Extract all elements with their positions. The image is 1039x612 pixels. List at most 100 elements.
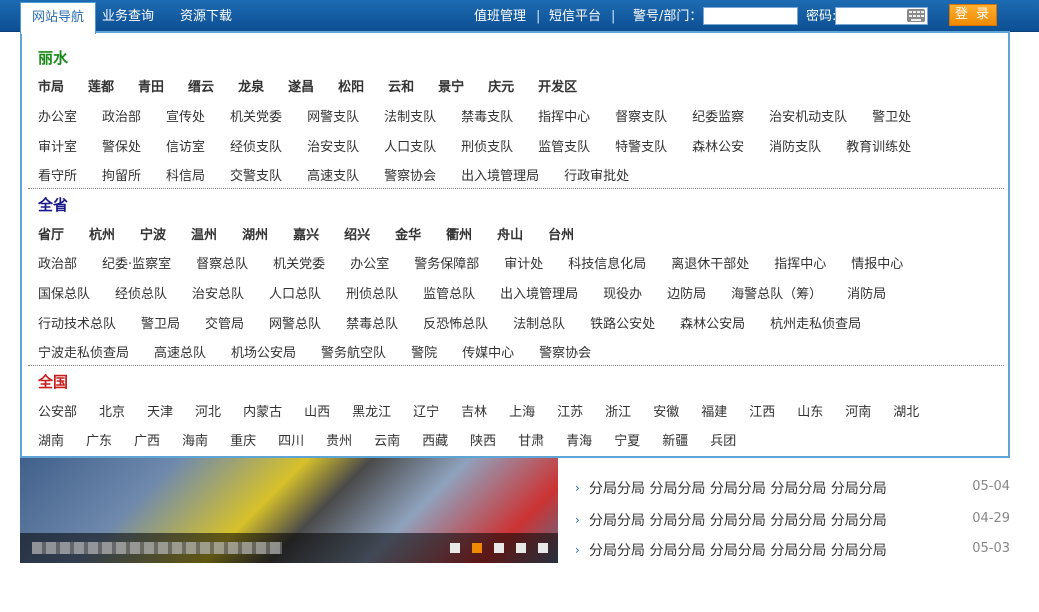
nav-link[interactable]: 公安部 — [38, 401, 77, 420]
nav-link[interactable]: 湖州 — [242, 224, 268, 243]
nav-link[interactable]: 现役办 — [603, 283, 642, 302]
nav-link[interactable]: 情报中心 — [851, 253, 903, 272]
nav-link[interactable]: 省厅 — [38, 224, 64, 243]
nav-link[interactable]: 机关党委 — [273, 253, 325, 272]
nav-link[interactable]: 舟山 — [497, 224, 523, 243]
nav-link[interactable]: 治安机动支队 — [769, 106, 847, 125]
slider-dot[interactable] — [516, 543, 526, 553]
nav-link[interactable]: 警务保障部 — [414, 253, 479, 272]
nav-link[interactable]: 宁夏 — [614, 430, 640, 449]
nav-link[interactable]: 国保总队 — [38, 283, 90, 302]
nav-link[interactable]: 青田 — [138, 76, 164, 95]
nav-link[interactable]: 内蒙古 — [243, 401, 282, 420]
nav-link[interactable]: 科信局 — [166, 165, 205, 184]
nav-link[interactable]: 兵团 — [710, 430, 736, 449]
nav-link[interactable]: 铁路公安处 — [590, 313, 655, 332]
nav-link[interactable]: 吉林 — [461, 401, 487, 420]
nav-link[interactable]: 河南 — [845, 401, 871, 420]
nav-link[interactable]: 审计室 — [38, 136, 77, 155]
nav-link[interactable]: 治安支队 — [307, 136, 359, 155]
tab-business-query[interactable]: 业务查询 — [102, 0, 154, 32]
nav-link[interactable]: 宁波走私侦查局 — [38, 342, 129, 361]
nav-link[interactable]: 海警总队（筹） — [731, 283, 822, 302]
nav-link[interactable]: 遂昌 — [288, 76, 314, 95]
nav-link[interactable]: 科技信息化局 — [568, 253, 646, 272]
nav-link[interactable]: 新疆 — [662, 430, 688, 449]
nav-link[interactable]: 青海 — [566, 430, 592, 449]
nav-link[interactable]: 政治部 — [102, 106, 141, 125]
nav-link[interactable]: 金华 — [395, 224, 421, 243]
nav-link[interactable]: 市局 — [38, 76, 64, 95]
nav-link[interactable]: 警卫局 — [141, 313, 180, 332]
nav-link[interactable]: 机关党委 — [230, 106, 282, 125]
nav-link[interactable]: 贵州 — [326, 430, 352, 449]
nav-link[interactable]: 上海 — [509, 401, 535, 420]
nav-link[interactable]: 出入境管理局 — [500, 283, 578, 302]
nav-link[interactable]: 网警支队 — [307, 106, 359, 125]
nav-link[interactable]: 江苏 — [557, 401, 583, 420]
nav-link[interactable]: 出入境管理局 — [461, 165, 539, 184]
nav-link[interactable]: 广西 — [134, 430, 160, 449]
nav-link[interactable]: 山东 — [797, 401, 823, 420]
nav-link[interactable]: 禁毒总队 — [346, 313, 398, 332]
news-item[interactable]: › 分局分局 分局分局 分局分局 分局分局 分局分局 05-04 — [575, 478, 1015, 502]
nav-link[interactable]: 警察协会 — [384, 165, 436, 184]
nav-link[interactable]: 反恐怖总队 — [423, 313, 488, 332]
nav-link[interactable]: 消防支队 — [769, 136, 821, 155]
nav-link[interactable]: 经侦总队 — [115, 283, 167, 302]
nav-link[interactable]: 浙江 — [605, 401, 631, 420]
nav-link[interactable]: 督察总队 — [196, 253, 248, 272]
nav-link[interactable]: 警务航空队 — [321, 342, 386, 361]
nav-link[interactable]: 离退休干部处 — [671, 253, 749, 272]
nav-link[interactable]: 督察支队 — [615, 106, 667, 125]
nav-link[interactable]: 北京 — [99, 401, 125, 420]
nav-link[interactable]: 交管局 — [205, 313, 244, 332]
nav-link[interactable]: 台州 — [548, 224, 574, 243]
nav-link[interactable]: 拘留所 — [102, 165, 141, 184]
nav-link[interactable]: 治安总队 — [192, 283, 244, 302]
nav-link[interactable]: 河北 — [195, 401, 221, 420]
nav-link[interactable]: 高速总队 — [154, 342, 206, 361]
nav-link[interactable]: 森林公安 — [692, 136, 744, 155]
nav-link[interactable]: 审计处 — [504, 253, 543, 272]
nav-link[interactable]: 云和 — [388, 76, 414, 95]
nav-link[interactable]: 指挥中心 — [538, 106, 590, 125]
nav-link[interactable]: 江西 — [749, 401, 775, 420]
nav-link[interactable]: 天津 — [147, 401, 173, 420]
nav-link[interactable]: 禁毒支队 — [461, 106, 513, 125]
nav-link[interactable]: 传媒中心 — [462, 342, 514, 361]
nav-link[interactable]: 杭州走私侦查局 — [770, 313, 861, 332]
nav-link[interactable]: 黑龙江 — [352, 401, 391, 420]
nav-link[interactable]: 温州 — [191, 224, 217, 243]
nav-link[interactable]: 西藏 — [422, 430, 448, 449]
nav-link[interactable]: 庆元 — [488, 76, 514, 95]
nav-link[interactable]: 杭州 — [89, 224, 115, 243]
nav-link[interactable]: 机场公安局 — [231, 342, 296, 361]
nav-link[interactable]: 法制支队 — [384, 106, 436, 125]
duty-management-link[interactable]: 值班管理 — [474, 0, 526, 32]
nav-link[interactable]: 纪委监察 — [692, 106, 744, 125]
news-item[interactable]: › 分局分局 分局分局 分局分局 分局分局 分局分局 05-03 — [575, 540, 1015, 564]
nav-link[interactable]: 警卫处 — [872, 106, 911, 125]
slider-dot[interactable] — [538, 543, 548, 553]
nav-link[interactable]: 警察协会 — [539, 342, 591, 361]
nav-link[interactable]: 交警支队 — [230, 165, 282, 184]
news-item[interactable]: › 分局分局 分局分局 分局分局 分局分局 分局分局 04-29 — [575, 510, 1015, 534]
nav-link[interactable]: 安徽 — [653, 401, 679, 420]
nav-link[interactable]: 森林公安局 — [680, 313, 745, 332]
nav-link[interactable]: 四川 — [278, 430, 304, 449]
nav-link[interactable]: 警保处 — [102, 136, 141, 155]
nav-link[interactable]: 重庆 — [230, 430, 256, 449]
sms-platform-link[interactable]: 短信平台 — [549, 0, 601, 32]
nav-link[interactable]: 行动技术总队 — [38, 313, 116, 332]
nav-link[interactable]: 警院 — [411, 342, 437, 361]
slider-dot-active[interactable] — [472, 543, 482, 553]
nav-link[interactable]: 人口支队 — [384, 136, 436, 155]
nav-link[interactable]: 监管总队 — [423, 283, 475, 302]
nav-link[interactable]: 教育训练处 — [846, 136, 911, 155]
nav-link[interactable]: 云南 — [374, 430, 400, 449]
nav-link[interactable]: 绍兴 — [344, 224, 370, 243]
nav-link[interactable]: 松阳 — [338, 76, 364, 95]
nav-link[interactable]: 人口总队 — [269, 283, 321, 302]
nav-link[interactable]: 莲都 — [88, 76, 114, 95]
